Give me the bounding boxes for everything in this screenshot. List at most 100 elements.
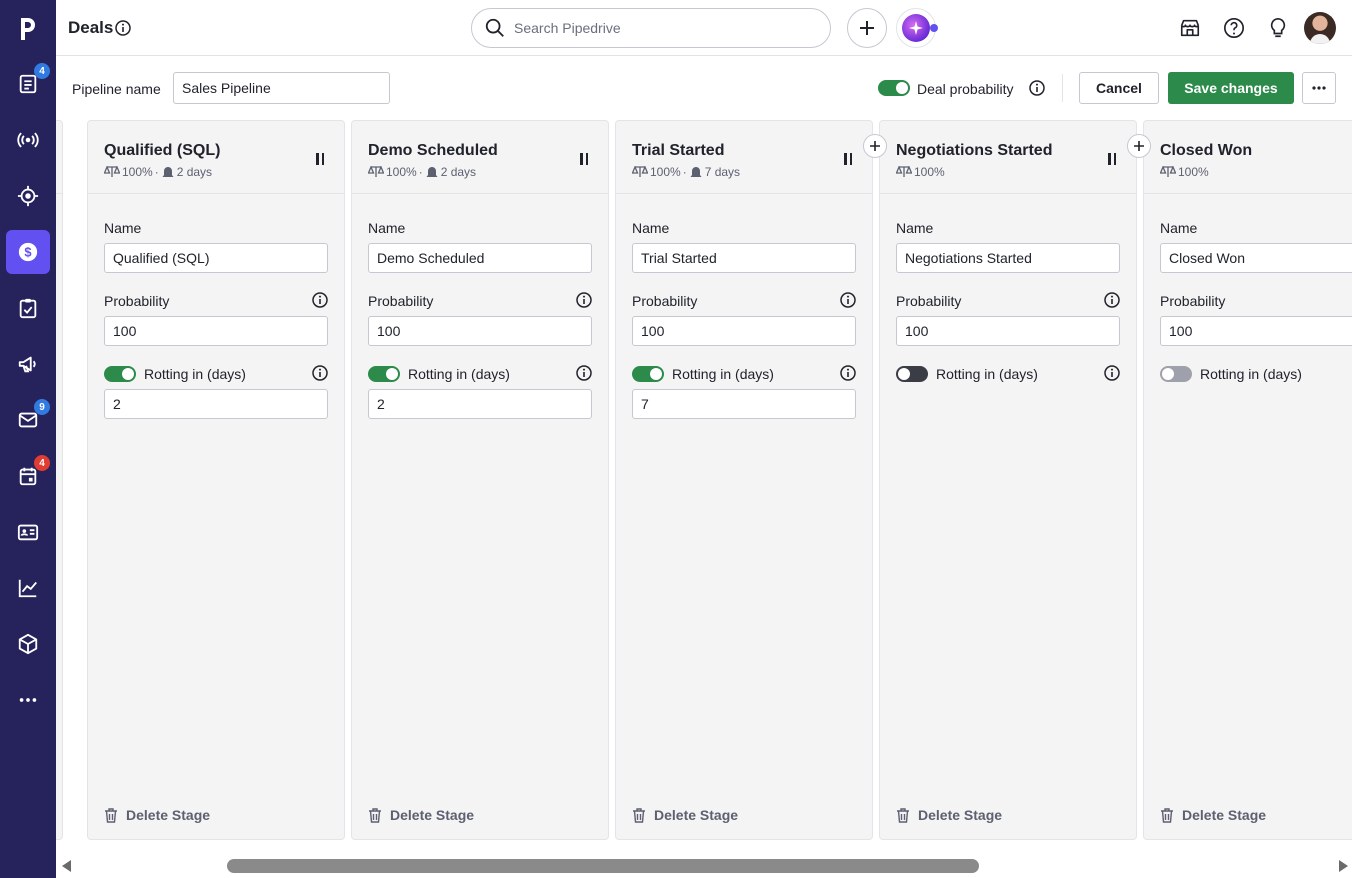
delete-stage-button[interactable]: Delete Stage bbox=[1160, 807, 1266, 823]
plus-icon bbox=[870, 141, 880, 151]
name-label: Name bbox=[104, 220, 142, 236]
quick-add-button[interactable] bbox=[847, 8, 887, 48]
contact-card-icon bbox=[17, 524, 39, 541]
chart-line-icon bbox=[18, 579, 37, 598]
info-icon[interactable] bbox=[312, 292, 328, 311]
stage-title: Closed Won bbox=[1160, 142, 1253, 159]
drag-handle-icon[interactable] bbox=[844, 153, 852, 167]
rotting-label: Rotting in (days) bbox=[144, 366, 246, 382]
ai-assistant-button[interactable] bbox=[896, 8, 938, 48]
pipeline-name-input[interactable] bbox=[173, 72, 390, 104]
info-icon[interactable] bbox=[312, 365, 328, 384]
delete-stage-button[interactable]: Delete Stage bbox=[368, 807, 474, 823]
deal-probability-toggle[interactable] bbox=[878, 80, 910, 96]
stage-column: Demo Scheduled 100%· 2 days Name Probabi… bbox=[351, 120, 609, 840]
trash-icon bbox=[633, 807, 645, 823]
search-bar[interactable] bbox=[471, 8, 831, 48]
rotting-days-input[interactable] bbox=[368, 389, 592, 419]
probability-label: Probability bbox=[896, 293, 962, 309]
search-icon bbox=[485, 18, 504, 37]
pipedrive-logo-icon bbox=[21, 18, 35, 40]
sidebar-item-marketing[interactable] bbox=[6, 342, 50, 386]
info-icon[interactable] bbox=[840, 292, 856, 311]
rotting-toggle[interactable] bbox=[1160, 366, 1192, 382]
scroll-left-arrow-icon[interactable] bbox=[62, 860, 71, 872]
trash-icon bbox=[1161, 807, 1173, 823]
sidebar-item-mail[interactable]: 9 bbox=[6, 398, 50, 442]
stage-column: Trial Started 100%· 7 days Name Probabil… bbox=[615, 120, 873, 840]
info-icon[interactable] bbox=[576, 365, 592, 384]
user-avatar[interactable] bbox=[1304, 12, 1336, 44]
delete-stage-button[interactable]: Delete Stage bbox=[632, 807, 738, 823]
sidebar-item-projects[interactable] bbox=[6, 174, 50, 218]
add-stage-button[interactable] bbox=[863, 134, 887, 158]
rotting-toggle[interactable] bbox=[632, 366, 664, 382]
name-label: Name bbox=[896, 220, 934, 236]
sidebar-item-insights[interactable] bbox=[6, 566, 50, 610]
rotting-toggle[interactable] bbox=[896, 366, 928, 382]
stage-meta: 100% bbox=[1160, 165, 1209, 179]
stage-name-input[interactable] bbox=[104, 243, 328, 273]
info-icon[interactable] bbox=[1029, 80, 1045, 99]
info-icon[interactable] bbox=[1104, 292, 1120, 311]
info-icon[interactable] bbox=[115, 20, 131, 39]
svg-text:$: $ bbox=[24, 245, 31, 260]
probability-label: Probability bbox=[104, 293, 170, 309]
probability-input[interactable] bbox=[896, 316, 1120, 346]
stage-name-input[interactable] bbox=[1160, 243, 1352, 273]
sidebar-item-products[interactable] bbox=[6, 622, 50, 666]
sidebar-item-activities[interactable] bbox=[6, 286, 50, 330]
lightbulb-icon[interactable] bbox=[1266, 16, 1290, 40]
horizontal-scrollbar[interactable] bbox=[56, 848, 1352, 878]
stage-name-input[interactable] bbox=[632, 243, 856, 273]
clipboard-check-icon bbox=[19, 298, 37, 319]
scroll-right-arrow-icon[interactable] bbox=[1339, 860, 1348, 872]
stage-title: Negotiations Started bbox=[896, 142, 1053, 159]
probability-input[interactable] bbox=[632, 316, 856, 346]
pipedrive-logo[interactable] bbox=[0, 0, 56, 56]
sidebar-item-more[interactable] bbox=[6, 678, 50, 722]
probability-input[interactable] bbox=[368, 316, 592, 346]
drag-handle-icon[interactable] bbox=[1108, 153, 1116, 167]
search-input[interactable] bbox=[514, 20, 804, 36]
dollar-icon: $ bbox=[18, 242, 38, 262]
sidebar-item-calendar[interactable]: 4 bbox=[6, 454, 50, 498]
rotting-toggle[interactable] bbox=[368, 366, 400, 382]
rotting-days-input[interactable] bbox=[632, 389, 856, 419]
sidebar-item-campaigns[interactable] bbox=[6, 118, 50, 162]
probability-input[interactable] bbox=[1160, 316, 1352, 346]
info-icon[interactable] bbox=[576, 292, 592, 311]
marketplace-icon[interactable] bbox=[1178, 16, 1202, 40]
sidebar-item-contacts[interactable] bbox=[6, 510, 50, 554]
info-icon[interactable] bbox=[840, 365, 856, 384]
delete-stage-button[interactable]: Delete Stage bbox=[896, 807, 1002, 823]
scale-icon bbox=[368, 166, 384, 177]
probability-input[interactable] bbox=[104, 316, 328, 346]
name-label: Name bbox=[1160, 220, 1198, 236]
rotting-toggle[interactable] bbox=[104, 366, 136, 382]
sidebar-item-leads-inbox[interactable]: 4 bbox=[6, 62, 50, 106]
stage-title: Demo Scheduled bbox=[368, 142, 498, 159]
add-stage-button[interactable] bbox=[1127, 134, 1151, 158]
probability-label: Probability bbox=[1160, 293, 1226, 309]
info-icon[interactable] bbox=[1104, 365, 1120, 384]
probability-label: Probability bbox=[368, 293, 434, 309]
drag-handle-icon[interactable] bbox=[316, 153, 324, 167]
stage-title: Trial Started bbox=[632, 142, 725, 159]
stage-name-input[interactable] bbox=[368, 243, 592, 273]
trash-icon bbox=[105, 807, 117, 823]
rotting-days-input[interactable] bbox=[104, 389, 328, 419]
drag-handle-icon[interactable] bbox=[580, 153, 588, 167]
delete-stage-button[interactable]: Delete Stage bbox=[104, 807, 210, 823]
stage-name-input[interactable] bbox=[896, 243, 1120, 273]
more-options-button[interactable] bbox=[1302, 72, 1336, 104]
scrollbar-thumb[interactable] bbox=[227, 859, 979, 873]
badge-calendar: 4 bbox=[34, 455, 50, 471]
top-bar: Deals bbox=[56, 0, 1352, 56]
cancel-button[interactable]: Cancel bbox=[1079, 72, 1159, 104]
save-changes-button[interactable]: Save changes bbox=[1168, 72, 1294, 104]
help-icon[interactable] bbox=[1222, 16, 1246, 40]
sidebar-item-deals[interactable]: $ bbox=[6, 230, 50, 274]
badge-leads: 4 bbox=[34, 63, 50, 79]
stage-meta: 100% · 2 days bbox=[104, 165, 212, 179]
